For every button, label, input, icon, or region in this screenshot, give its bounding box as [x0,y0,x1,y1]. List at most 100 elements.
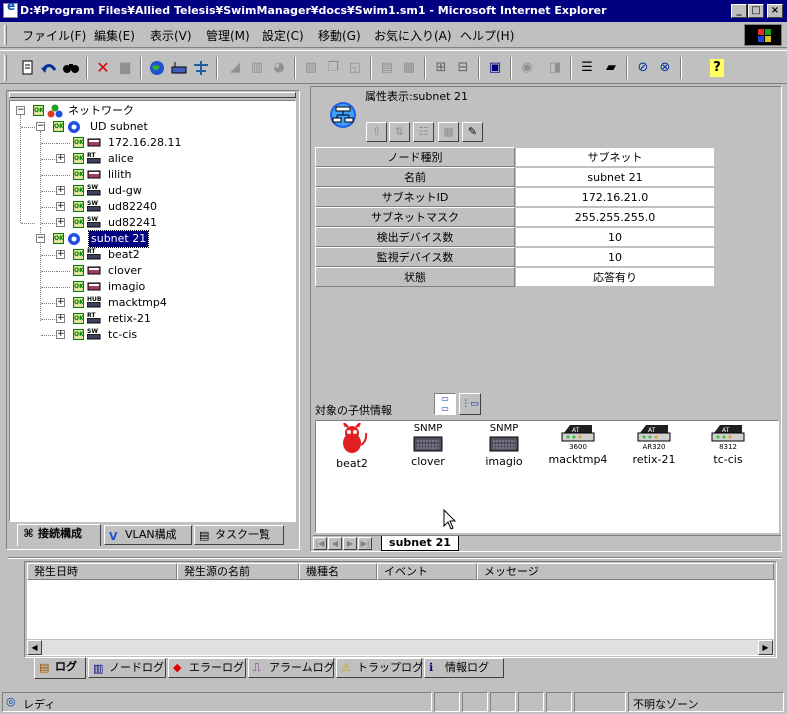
menu-favorites[interactable]: お気に入り(A) [374,27,452,44]
tree-node-network[interactable]: − OK ネットワーク [10,103,290,119]
port-icon[interactable]: ⊞ [432,59,450,77]
tree-node-device[interactable]: OK imagio [10,279,290,295]
detail-view-icon[interactable]: ⋮▭ [459,393,481,415]
close-button[interactable]: × [767,4,783,18]
menu-settings[interactable]: 設定(C) [262,27,304,44]
graph-icon[interactable]: ◱ [346,59,364,77]
child-device-2[interactable]: SNMP imagio [468,423,540,468]
collapse-toggle[interactable]: − [16,106,25,115]
chart-area-icon[interactable]: ◢ [226,59,244,77]
tree-node-device[interactable]: + OK SW tc-cis [10,327,290,343]
tab-info-log[interactable]: ℹ 情報ログ [424,658,504,678]
vlan-icon[interactable]: ⊘ [634,59,652,77]
tree-node-device[interactable]: OK 172.16.28.11 [10,135,290,151]
scroll-left-button[interactable]: ◀ [27,640,42,655]
bar-check-icon[interactable]: ▦ [400,59,418,77]
child-device-4[interactable]: AT AR320 retix-21 [618,423,690,466]
refresh-icon[interactable]: ◉ [518,59,536,77]
child-device-1[interactable]: SNMP clover [392,423,464,468]
log-col-source[interactable]: 発生源の名前 [177,563,299,580]
tree-node-device[interactable]: + OK SW ud82241 [10,215,290,231]
child-device-3[interactable]: AT 3600 macktmp4 [542,423,614,466]
menu-manage[interactable]: 管理(M) [206,27,250,44]
tree-node-device[interactable]: + OK SW ud82240 [10,199,290,215]
sheet-tab-subnet-21[interactable]: subnet 21 [381,536,459,551]
first-sheet-button[interactable]: |◀ [313,537,327,550]
collapse-toggle[interactable]: − [36,122,45,131]
tab-vlan[interactable]: V VLAN構成 [104,525,192,545]
tab-node-log[interactable]: ▥ ノードログ [88,658,166,678]
next-sheet-button[interactable]: ▶ [343,537,357,550]
tree-node-device[interactable]: + OK RT beat2 [10,247,290,263]
network-icon[interactable] [192,59,210,77]
prop-edit-icon[interactable]: ✎ [462,122,483,142]
properties-icon[interactable] [18,59,36,77]
child-device-0[interactable]: beat2 [316,423,388,470]
property-value[interactable]: subnet 21 [515,167,715,187]
tab-log[interactable]: ▤ ログ [34,657,86,679]
chart-pie-icon[interactable]: ◕ [270,59,288,77]
log-col-datetime[interactable]: 発生日時 [27,563,177,580]
menu-edit[interactable]: 編集(E) [94,27,135,44]
port-config-icon[interactable]: ⊟ [454,59,472,77]
scroll-right-button[interactable]: ▶ [758,640,773,655]
log-col-model[interactable]: 機種名 [299,563,377,580]
tab-task-list[interactable]: ▤ タスク一覧 [194,525,284,545]
property-value[interactable]: 10 [515,227,715,247]
expand-toggle[interactable]: + [56,250,65,259]
prop-compare-icon[interactable]: ⇅ [389,122,410,142]
splitter[interactable] [8,557,782,559]
copy-icon[interactable]: ❐ [324,59,342,77]
expand-toggle[interactable]: + [56,330,65,339]
find-icon[interactable] [62,59,80,77]
expand-toggle[interactable]: + [56,154,65,163]
tree-node-device[interactable]: + OK RT retix-21 [10,311,290,327]
minimize-button[interactable]: _ [731,4,747,18]
last-sheet-button[interactable]: ▶| [358,537,372,550]
vlan-edit-icon[interactable]: ⊗ [656,59,674,77]
menu-view[interactable]: 表示(V) [150,27,192,44]
child-device-5[interactable]: AT 8312 tc-cis [692,423,764,466]
router-icon[interactable] [170,59,188,77]
menu-file[interactable]: ファイル(F) [22,27,86,44]
expand-toggle[interactable]: + [56,298,65,307]
prop-export-icon[interactable]: ⇧ [366,122,387,142]
disk-icon[interactable]: ▰ [602,59,620,77]
tree-node-device[interactable]: + OK HUB macktmp4 [10,295,290,311]
tree-node-device[interactable]: OK clover [10,263,290,279]
bar-edit-icon[interactable]: ▤ [378,59,396,77]
tree-node-device[interactable]: + OK RT alice [10,151,290,167]
tree-node-ud-subnet[interactable]: − OK UD subnet [10,119,290,135]
prop-table-icon[interactable]: ▦ [438,122,459,142]
tab-topology[interactable]: ⌘ 接続構成 [17,524,101,546]
expand-toggle[interactable]: + [56,186,65,195]
collapse-toggle[interactable]: − [36,234,45,243]
prev-sheet-button[interactable]: ◀ [328,537,342,550]
list-icon[interactable]: ☰ [578,59,596,77]
property-value[interactable]: 応答有り [515,267,715,287]
large-icon-view-icon[interactable]: ▭ ▭ [434,393,456,415]
property-value[interactable]: 255.255.255.0 [515,207,715,227]
log-table[interactable]: 発生日時 発生源の名前 機種名 イベント メッセージ ◀ ▶ [27,563,774,656]
property-value[interactable]: 10 [515,247,715,267]
tab-trap-log[interactable]: ⚠ トラップログ [336,658,423,678]
help-icon[interactable]: ? [710,59,724,77]
property-value[interactable]: サブネット [515,147,715,167]
stop-icon[interactable]: ◨ [546,59,564,77]
expand-toggle[interactable]: + [56,218,65,227]
expand-toggle[interactable]: + [56,202,65,211]
network-tree[interactable]: − OK ネットワーク − OK UD subnet OK 172.16.28.1… [9,100,296,522]
tree-node-device[interactable]: + OK SW ud-gw [10,183,290,199]
back-icon[interactable] [40,59,58,77]
tree-node-device[interactable]: OK lilith [10,167,290,183]
ie-app-icon[interactable] [3,0,18,18]
log-horizontal-scrollbar[interactable]: ◀ ▶ [27,639,774,655]
menu-help[interactable]: ヘルプ(H) [460,27,514,44]
expand-toggle[interactable]: + [56,314,65,323]
tab-alarm-log[interactable]: ⎍ アラームログ [248,658,335,678]
stamp-icon[interactable]: ▆ [116,59,134,77]
save-icon[interactable]: ▣ [486,59,504,77]
tab-error-log[interactable]: ◆ エラーログ [168,658,246,678]
chart-bar-icon[interactable]: ▥ [248,59,266,77]
image-icon[interactable]: ▨ [302,59,320,77]
